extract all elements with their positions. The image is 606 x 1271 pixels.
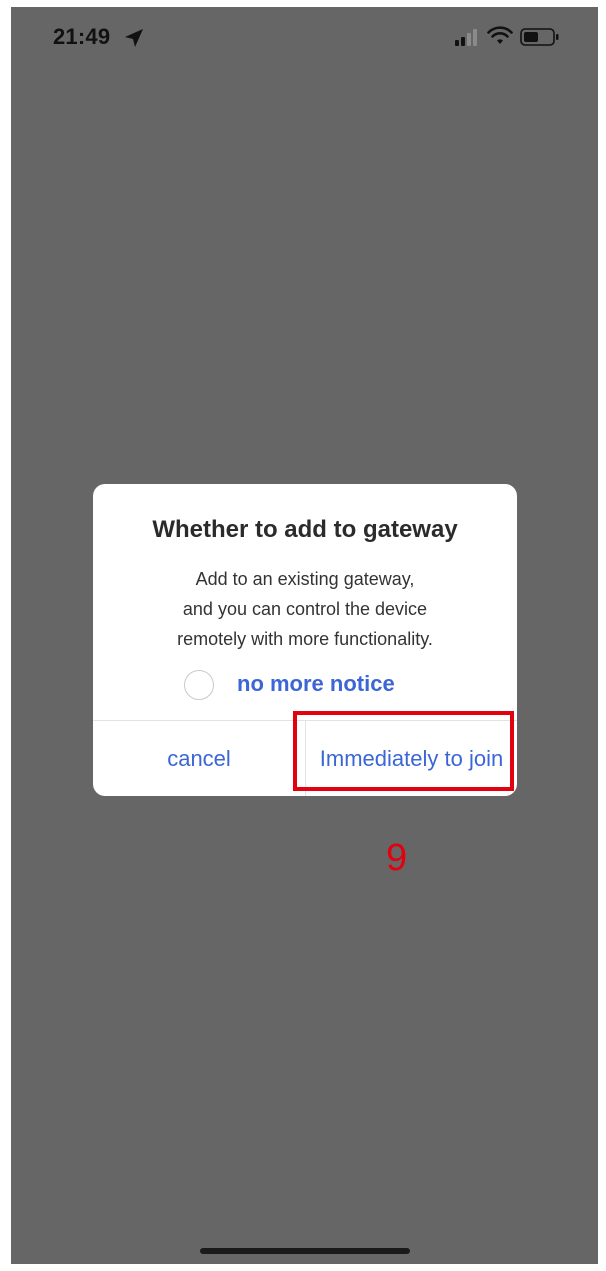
no-more-notice-label[interactable]: no more notice — [237, 671, 395, 697]
dialog-message: Add to an existing gateway, and you can … — [113, 564, 497, 654]
dialog-message-line: remotely with more functionality. — [177, 629, 433, 649]
annotation-highlight-box — [293, 711, 514, 791]
annotation-step-number: 9 — [386, 837, 408, 879]
cancel-button[interactable]: cancel — [93, 721, 305, 796]
no-more-notice-option[interactable]: no more notice — [93, 668, 517, 704]
screen: 21:49 Whether to add to gateway Add to a… — [11, 7, 598, 1264]
dialog-message-line: Add to an existing gateway, — [195, 569, 415, 589]
dialog-message-line: and you can control the device — [182, 599, 428, 619]
dialog-title: Whether to add to gateway — [152, 516, 458, 543]
battery-icon — [520, 28, 559, 46]
status-time: 21:49 — [53, 24, 111, 49]
location-arrow-icon — [125, 29, 143, 47]
home-indicator[interactable] — [200, 1248, 410, 1254]
cellular-signal-icon — [455, 29, 477, 46]
no-more-notice-radio[interactable] — [184, 670, 214, 700]
wifi-icon — [487, 26, 513, 44]
